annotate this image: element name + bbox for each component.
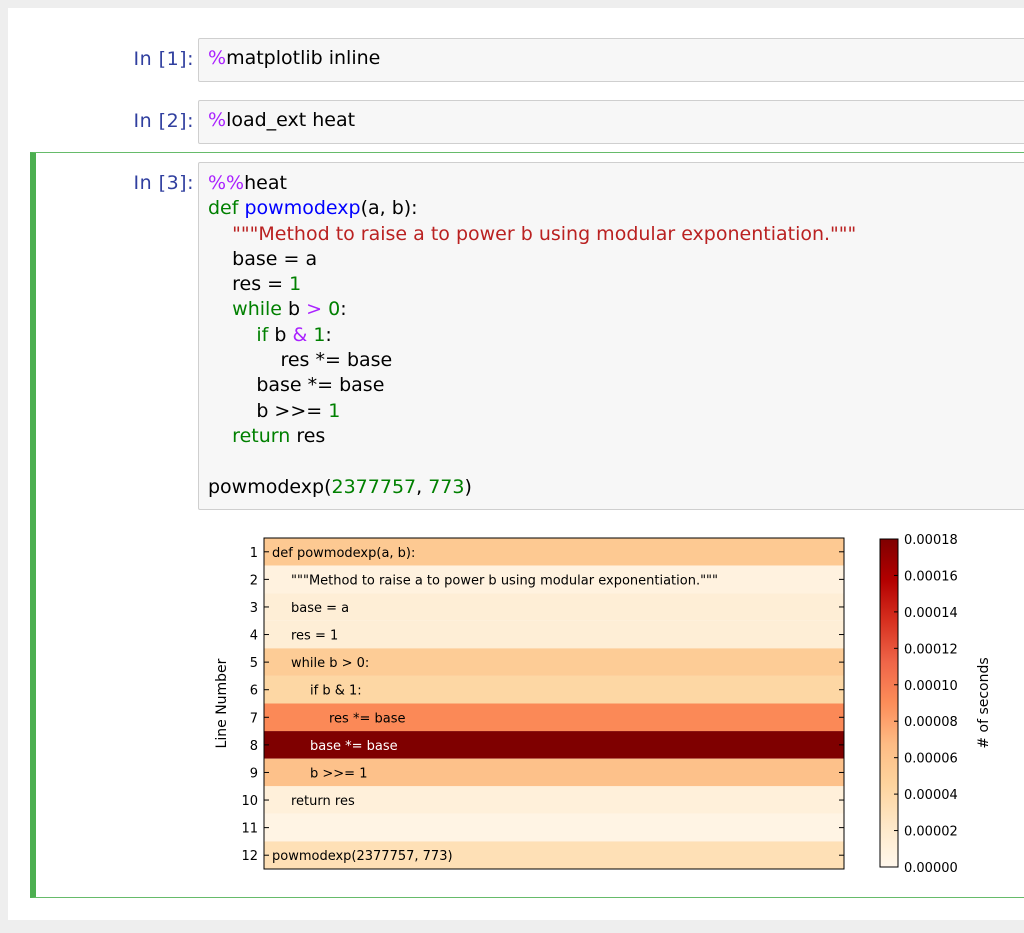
row-code-label: res = 1 (291, 629, 338, 644)
colorbar-tick-label: 0.00006 (904, 752, 958, 767)
input-prompt-2: In [2]: (133, 110, 194, 132)
code-token: : (340, 298, 347, 321)
row-code-label: powmodexp(2377757, 773) (272, 849, 453, 864)
y-tick-label: 5 (250, 656, 258, 671)
number: 2377757 (331, 475, 417, 498)
row-code-label: if b & 1: (310, 684, 362, 699)
code-cell-2[interactable]: In [2]: %load_ext heat (8, 100, 1024, 144)
y-tick-label: 1 (250, 546, 258, 561)
y-tick-label: 7 (250, 711, 258, 726)
code-input-3[interactable]: %%heat def powmodexp(a, b): """Method to… (198, 162, 1024, 510)
colorbar-tick-label: 0.00016 (904, 569, 958, 584)
heatmap-row-4 (264, 620, 844, 649)
number: 1 (313, 323, 326, 346)
magic-prefix: % (208, 109, 227, 131)
magic-prefix: % (208, 47, 227, 69)
y-tick-label: 9 (250, 766, 258, 781)
code-token: (a, b): (360, 197, 418, 220)
operator: > (306, 298, 323, 321)
code-line: base = a (208, 247, 318, 270)
code-token: b (282, 298, 307, 321)
row-code-label: """Method to raise a to power b using mo… (291, 573, 718, 588)
number: 0 (328, 298, 341, 321)
code-token: heat (244, 172, 287, 194)
code-token: : (325, 323, 332, 346)
docstring: """Method to raise a to power b using mo… (232, 222, 857, 245)
code-token: , (416, 475, 429, 498)
input-prompt-1: In [1]: (133, 48, 194, 70)
colorbar-tick-label: 0.00014 (904, 606, 958, 621)
keyword: return (232, 424, 291, 447)
y-tick-label: 2 (250, 573, 258, 588)
notebook-page: In [1]: %matplotlib inline In [2]: %load… (8, 8, 1024, 920)
colorbar-tick-label: 0.00008 (904, 715, 958, 730)
row-code-label: return res (291, 794, 355, 809)
colorbar-label: # of seconds (976, 657, 992, 748)
code-text: load_ext heat (226, 109, 356, 131)
y-tick-label: 6 (250, 684, 258, 699)
code-text: matplotlib inline (226, 47, 381, 69)
code-token: res = (208, 273, 290, 296)
cell-magic: %% (208, 172, 245, 194)
row-code-label: res *= base (329, 711, 405, 726)
code-line: base *= base (208, 374, 385, 397)
colorbar-tick-label: 0.00018 (904, 533, 958, 548)
colorbar-tick-label: 0.00000 (904, 861, 958, 876)
row-code-label: base *= base (310, 739, 398, 754)
code-input-2[interactable]: %load_ext heat (198, 100, 1024, 144)
colorbar-tick-label: 0.00012 (904, 642, 958, 657)
code-token: ) (464, 475, 472, 498)
colorbar (879, 538, 899, 868)
keyword: def (208, 197, 239, 220)
code-token: b >>= (208, 399, 329, 422)
colorbar-tick-label: 0.00010 (904, 679, 958, 694)
code-cell-1[interactable]: In [1]: %matplotlib inline (8, 38, 1024, 82)
y-tick-label: 4 (250, 629, 258, 644)
heatmap-row-3 (264, 593, 844, 621)
code-line: res *= base (208, 349, 393, 372)
heatmap-output: 1 def powmodexp(a, b): 2 """Method to raise… (214, 533, 992, 876)
function-name: powmodexp (244, 197, 361, 220)
y-tick-label: 3 (250, 601, 258, 616)
code-input-1[interactable]: %matplotlib inline (198, 38, 1024, 82)
keyword: if (256, 323, 269, 346)
code-token: b (268, 323, 293, 346)
number: 773 (428, 475, 465, 498)
code-editor: %%heat def powmodexp(a, b): """Method to… (208, 171, 1024, 500)
code-token: res (290, 424, 326, 447)
number: 1 (289, 273, 302, 296)
y-tick-label: 12 (241, 849, 258, 864)
y-tick-label: 11 (241, 822, 258, 837)
row-code-label: b >>= 1 (310, 766, 367, 781)
row-code-label: base = a (291, 601, 349, 616)
y-tick-label: 10 (241, 794, 258, 809)
y-axis-label: Line Number (214, 658, 230, 748)
y-tick-label: 8 (250, 739, 258, 754)
keyword: while (232, 298, 283, 321)
row-code-label: while b > 0: (291, 656, 369, 671)
input-prompt-3: In [3]: (133, 172, 194, 194)
colorbar-tick-label: 0.00002 (904, 825, 958, 840)
colorbar-tick-label: 0.00004 (904, 788, 958, 803)
code-cell-3[interactable]: In [3]: %%heat def powmodexp(a, b): """M… (8, 162, 1024, 892)
row-code-label: def powmodexp(a, b): (272, 546, 415, 561)
number: 1 (328, 399, 341, 422)
code-token: powmodexp( (208, 475, 332, 498)
operator: & (292, 323, 308, 346)
heatmap-row-11 (264, 813, 844, 842)
